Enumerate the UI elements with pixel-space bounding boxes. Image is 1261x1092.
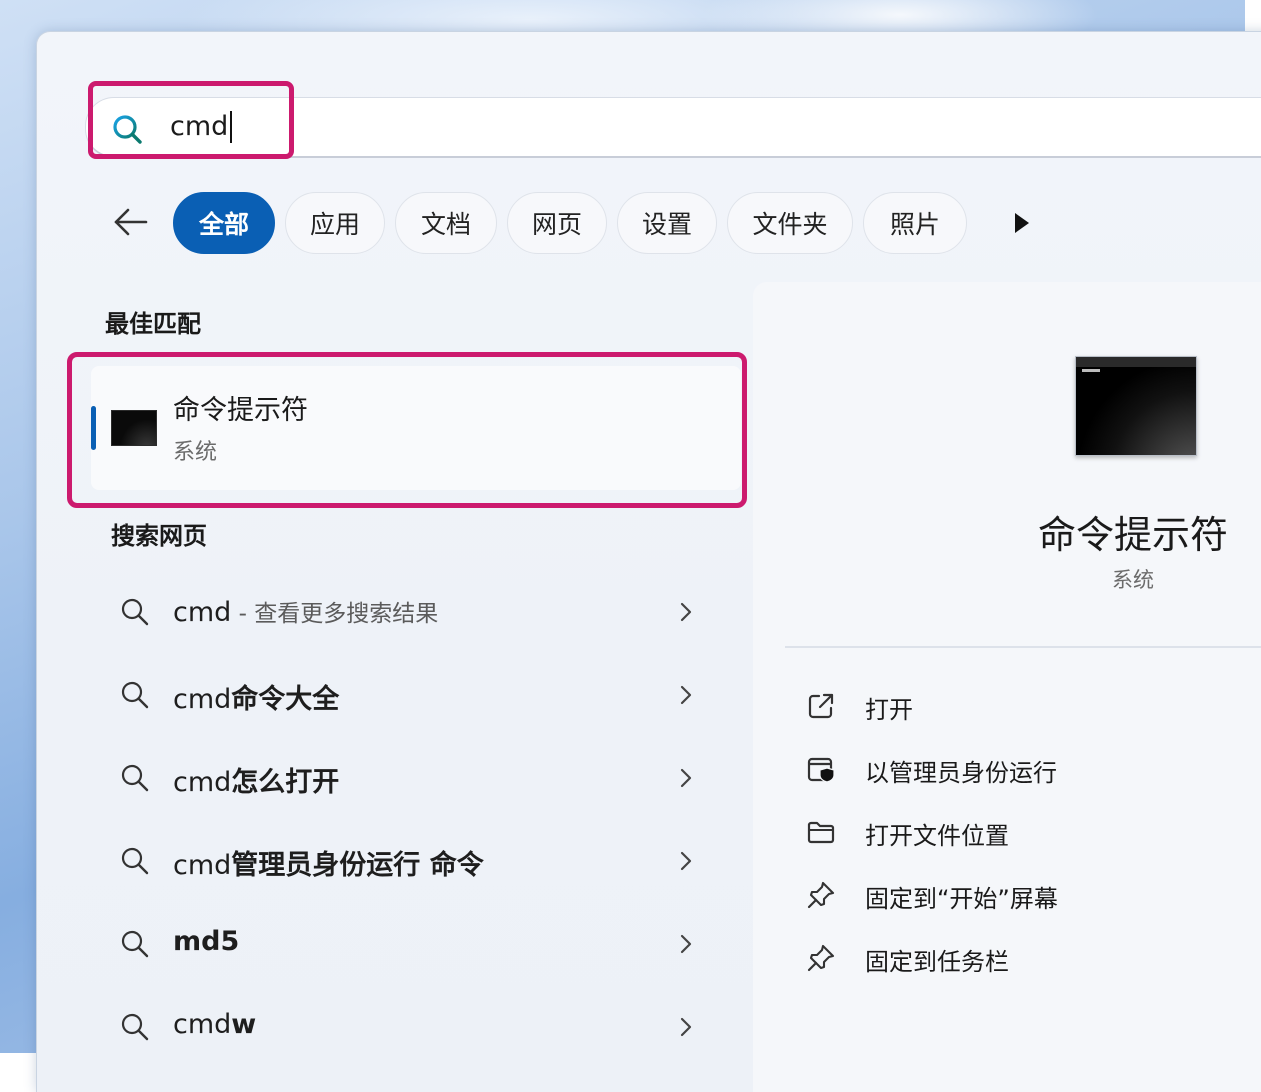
open-external-icon [808,693,834,719]
web-search-item[interactable]: cmdw [97,997,707,1057]
web-search-item[interactable]: md5 [97,914,707,974]
web-search-label: cmd命令大全 [173,684,340,715]
back-button[interactable] [109,200,153,244]
divider [785,646,1261,648]
folder-icon [807,821,835,844]
section-title-best-match: 最佳匹配 [105,310,201,338]
action-label: 打开文件位置 [865,822,1009,850]
preview-title: 命令提示符 [1037,513,1228,557]
preview-subtitle: 系统 [1112,568,1154,592]
search-icon [121,1013,149,1041]
action-open[interactable]: 打开 [805,684,1245,728]
web-search-item[interactable]: cmd命令大全 [97,665,707,725]
web-search-item[interactable]: cmd怎么打开 [97,748,707,808]
chevron-right-icon [680,768,692,788]
highlight-box-search [88,81,294,159]
search-icon [121,598,149,626]
web-search-item[interactable]: cmd - 查看更多搜索结果 [97,582,707,642]
web-search-label: cmd管理员身份运行 命令 [173,850,484,881]
filter-tab-settings[interactable]: 设置 [617,192,717,254]
preview-pane: 命令提示符 系统 打开 以管理员身份运行 打开文件位置 固定到“开始”屏幕 固定… [753,282,1261,1092]
icon-prompt-text [1082,369,1100,372]
action-label: 以管理员身份运行 [865,759,1057,787]
web-search-label: cmdw [173,1009,257,1040]
action-label: 固定到“开始”屏幕 [865,885,1058,913]
web-search-label: cmd怎么打开 [173,767,340,798]
filter-tab-folders[interactable]: 文件夹 [727,192,853,254]
search-icon [121,930,149,958]
arrow-left-icon [114,208,148,236]
web-search-item[interactable]: cmd管理员身份运行 命令 [97,831,707,891]
chevron-right-icon [680,602,692,622]
filter-tab-web[interactable]: 网页 [507,192,607,254]
run-as-admin-icon [807,757,835,783]
pin-icon [807,944,835,972]
search-icon [121,847,149,875]
chevron-right-icon [680,851,692,871]
action-pin-to-taskbar[interactable]: 固定到任务栏 [805,936,1245,980]
action-run-as-admin[interactable]: 以管理员身份运行 [805,747,1245,791]
action-label: 固定到任务栏 [865,948,1009,976]
filter-tab-all[interactable]: 全部 [173,192,275,254]
chevron-right-icon [680,1017,692,1037]
filter-tab-documents[interactable]: 文档 [395,192,497,254]
filter-tab-apps[interactable]: 应用 [285,192,385,254]
search-icon [121,681,149,709]
section-title-web-search: 搜索网页 [111,522,207,550]
chevron-right-icon [680,685,692,705]
web-search-label: cmd - 查看更多搜索结果 [173,597,439,628]
action-pin-to-start[interactable]: 固定到“开始”屏幕 [805,873,1245,917]
pin-icon [807,881,835,909]
chevron-right-icon [680,934,692,954]
search-icon [121,764,149,792]
web-search-label: md5 [173,926,240,957]
action-open-file-location[interactable]: 打开文件位置 [805,810,1245,854]
start-search-panel: cmd 全部 应用 文档 网页 设置 文件夹 照片 最佳匹配 命令提示符 系统 … [36,31,1261,1092]
command-prompt-large-icon [1075,356,1197,456]
more-filters-play-icon[interactable] [1009,208,1035,238]
highlight-box-best-match [67,352,747,508]
action-label: 打开 [865,696,913,724]
icon-titlebar [1076,357,1196,367]
filter-tab-photos[interactable]: 照片 [863,192,967,254]
